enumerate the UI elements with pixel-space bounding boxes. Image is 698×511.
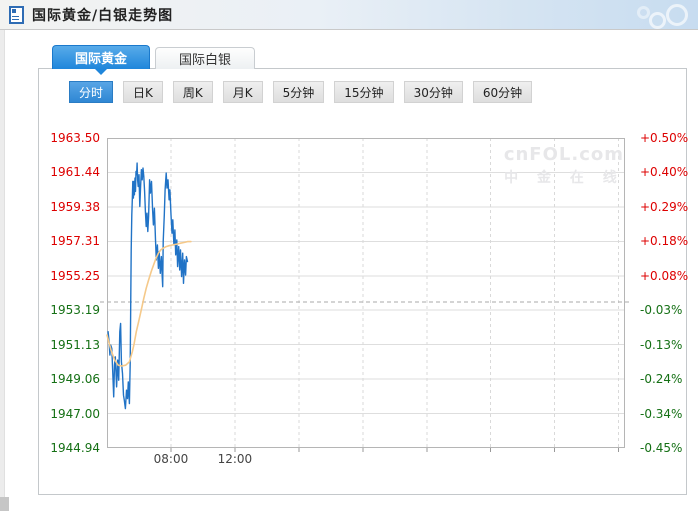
- percent-tick: +0.08%: [640, 268, 689, 283]
- percent-axis: +0.50% +0.40% +0.29% +0.18% +0.08% -0.03% -0.1…: [635, 131, 689, 455]
- cloud-decoration: [634, 3, 690, 29]
- period-15min[interactable]: 15分钟: [334, 81, 394, 103]
- price-tick: 1953.19: [50, 303, 100, 318]
- percent-tick: -0.24%: [640, 372, 683, 387]
- percent-tick: +0.18%: [640, 234, 689, 249]
- percent-tick: +0.50%: [640, 131, 689, 145]
- period-buttons: 分时 日K 周K 月K 5分钟 15分钟 30分钟 60分钟: [69, 81, 533, 103]
- plot-area[interactable]: cnFOL.com 中 金 在 线: [100, 138, 632, 452]
- price-axis: 1963.50 1961.44 1959.38 1957.31 1955.25 1953.…: [39, 131, 102, 455]
- time-tick: 08:00: [153, 452, 189, 466]
- percent-tick: +0.40%: [640, 165, 689, 180]
- chart-doc-icon: [9, 5, 24, 24]
- percent-tick: +0.29%: [640, 199, 689, 214]
- time-tick: 12:00: [217, 452, 253, 466]
- time-axis: 08:00 12:00: [107, 452, 625, 468]
- percent-tick: -0.45%: [640, 441, 683, 455]
- price-tick: 1947.00: [50, 406, 100, 421]
- period-daily-k[interactable]: 日K: [123, 81, 163, 103]
- price-line: [107, 162, 189, 410]
- tab-international-silver[interactable]: 国际白银: [155, 47, 255, 69]
- period-5min[interactable]: 5分钟: [272, 81, 325, 103]
- period-weekly-k[interactable]: 周K: [172, 81, 213, 103]
- percent-tick: -0.34%: [640, 406, 683, 421]
- period-30min[interactable]: 30分钟: [403, 81, 463, 103]
- price-tick: 1951.13: [50, 337, 100, 352]
- left-gutter: [0, 30, 5, 511]
- corner-block: [0, 497, 9, 511]
- price-tick: 1963.50: [50, 131, 100, 145]
- price-tick: 1957.31: [50, 234, 100, 249]
- plot-border: [107, 138, 625, 448]
- price-tick: 1944.94: [50, 441, 100, 455]
- price-tick: 1961.44: [50, 165, 100, 180]
- period-60min[interactable]: 60分钟: [472, 81, 533, 103]
- page-title: 国际黄金/白银走势图: [32, 7, 174, 24]
- period-timeline[interactable]: 分时: [69, 81, 114, 103]
- tab-international-gold[interactable]: 国际黄金: [52, 45, 150, 75]
- price-tick: 1955.25: [50, 268, 100, 283]
- price-tick: 1949.06: [50, 372, 100, 387]
- intraday-chart: [100, 138, 632, 452]
- percent-tick: -0.03%: [640, 303, 683, 318]
- period-monthly-k[interactable]: 月K: [222, 81, 263, 103]
- chart-panel: 分时 日K 周K 月K 5分钟 15分钟 30分钟 60分钟 1963.50 1961.44 19…: [38, 68, 689, 495]
- header: 国际黄金/白银走势图: [0, 0, 698, 30]
- price-tick: 1959.38: [50, 199, 100, 214]
- percent-tick: -0.13%: [640, 337, 683, 352]
